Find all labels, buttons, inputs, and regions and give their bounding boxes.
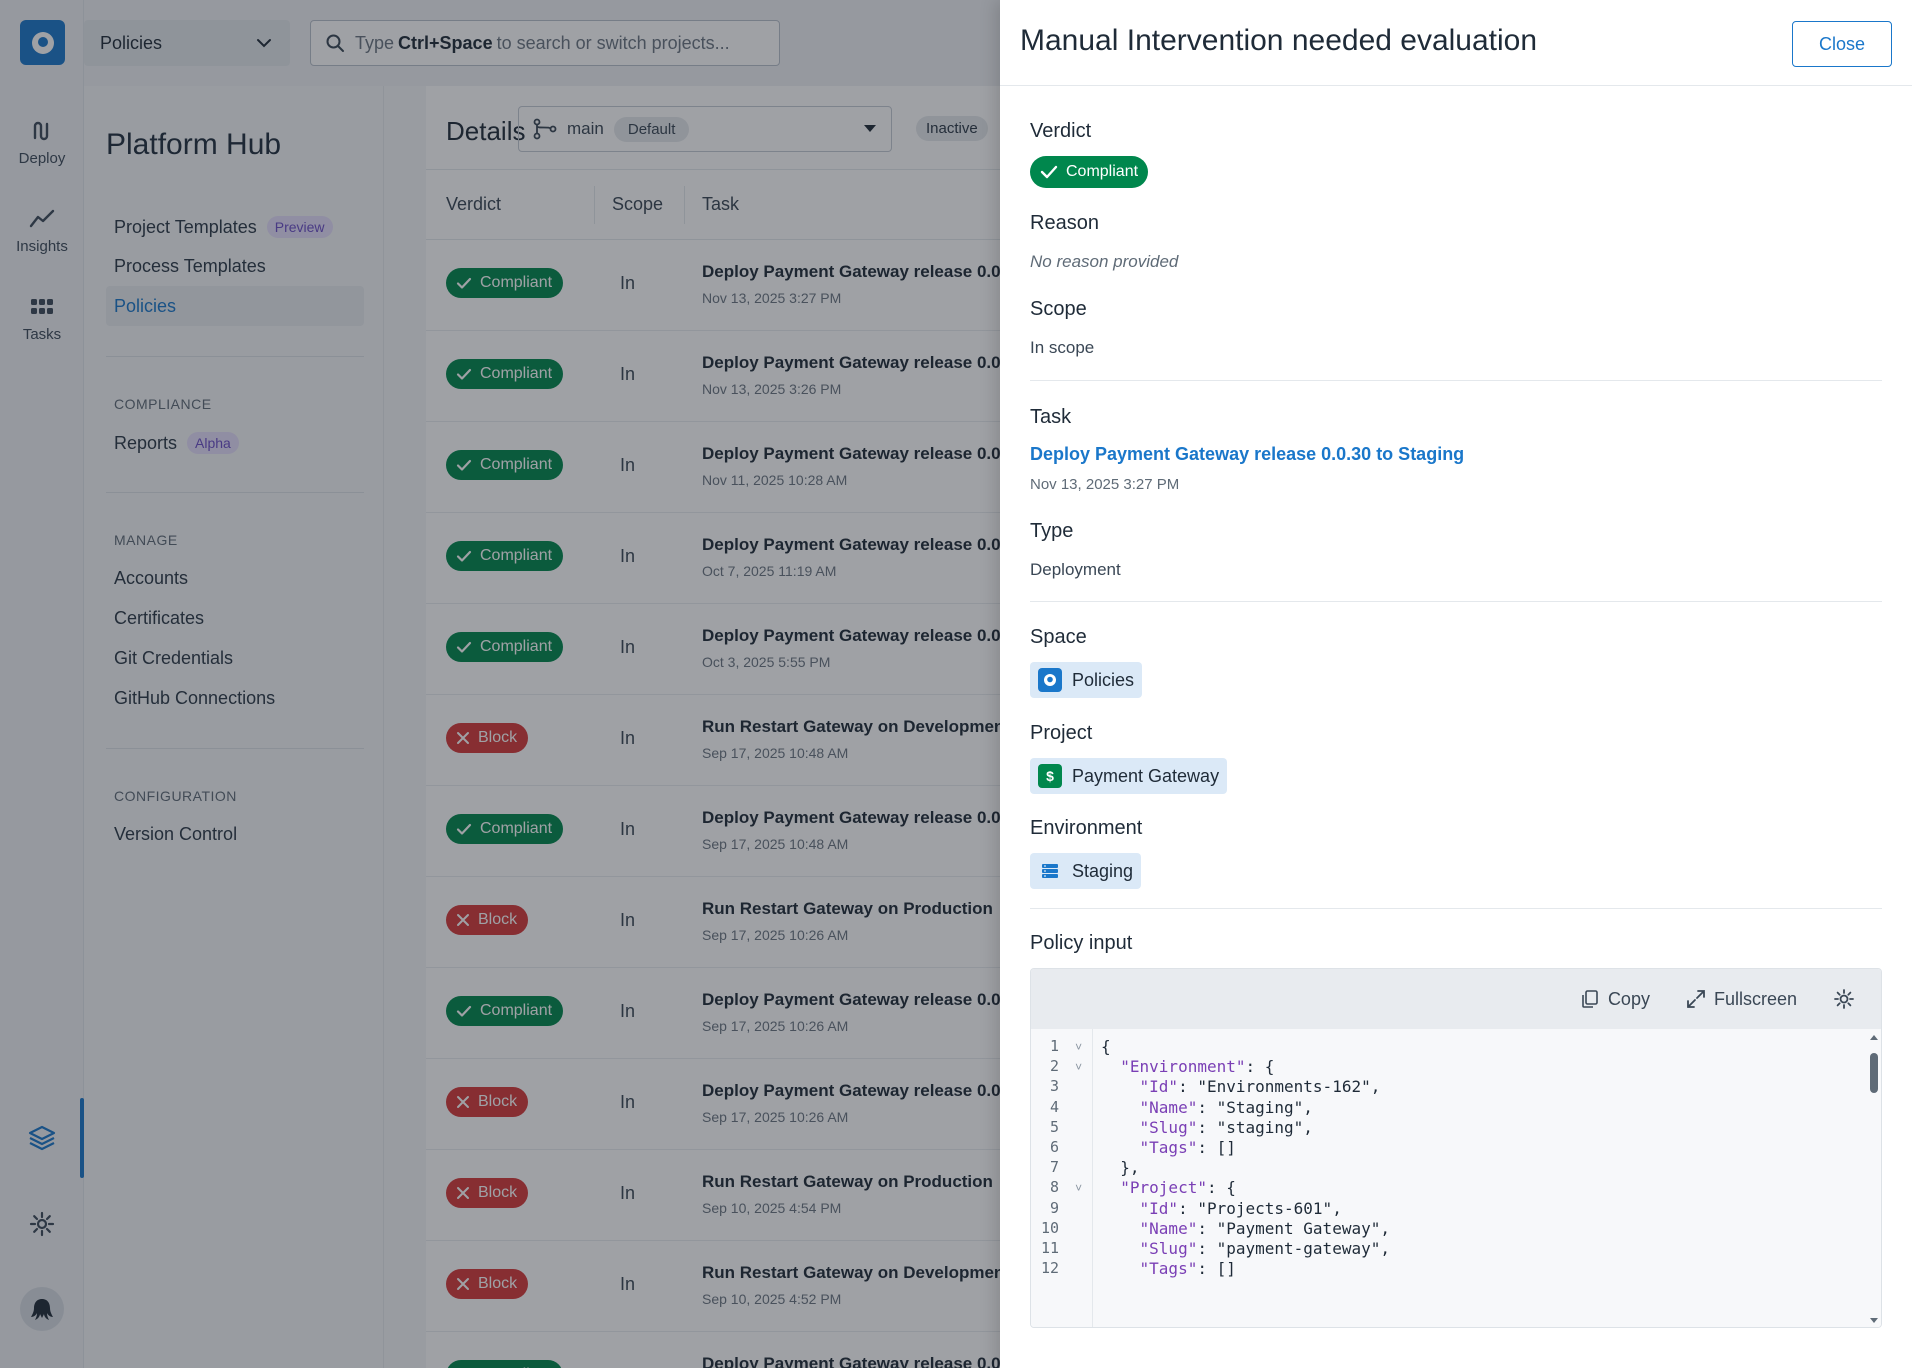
code-line: "Name": "Payment Gateway", xyxy=(1139,1218,1390,1238)
space-chip-label: Policies xyxy=(1072,669,1135,690)
section-divider xyxy=(1030,908,1882,909)
line-number: 4 xyxy=(1049,1097,1059,1116)
line-number: 11 xyxy=(1040,1239,1059,1257)
fullscreen-button[interactable]: Fullscreen xyxy=(1686,989,1797,1010)
drawer-header: Manual Intervention needed evaluation Cl… xyxy=(1000,0,1912,86)
line-number: 8 xyxy=(1049,1178,1059,1197)
policy-input-label: Policy input xyxy=(1030,932,1133,954)
line-number: 9 xyxy=(1049,1198,1059,1217)
code-line: "Project": { xyxy=(1120,1178,1236,1198)
fold-chevron-icon[interactable]: ˅ xyxy=(1075,1060,1082,1075)
environment-chip-label: Staging xyxy=(1072,860,1134,881)
gear-icon xyxy=(1834,989,1854,1009)
fullscreen-label: Fullscreen xyxy=(1713,988,1797,1009)
type-label: Type xyxy=(1030,520,1074,542)
code-area[interactable]: 1 ˅ 2 ˅ 3 4 5 6 7 8 ˅ 9 10 11 12 { "Environment": { "I… xyxy=(1031,1029,1881,1327)
line-number: 10 xyxy=(1040,1218,1059,1237)
line-number: 12 xyxy=(1040,1259,1059,1278)
expand-icon xyxy=(1687,990,1705,1008)
reason-label: Reason xyxy=(1030,212,1099,234)
environment-chip[interactable]: Staging xyxy=(1030,853,1142,889)
code-line: "Tags": [] xyxy=(1139,1138,1236,1157)
reason-value: No reason provided xyxy=(1030,252,1179,271)
space-chip[interactable]: Policies xyxy=(1030,662,1143,698)
editor-toolbar: Copy Fullscreen xyxy=(1031,969,1881,1029)
scroll-up-icon xyxy=(1870,1035,1878,1040)
section-divider xyxy=(1030,601,1882,602)
checkmark-icon xyxy=(1040,165,1058,179)
scroll-thumb[interactable] xyxy=(1870,1053,1878,1093)
project-chip-label: Payment Gateway xyxy=(1072,765,1220,786)
fold-chevron-icon[interactable]: ˅ xyxy=(1075,1181,1082,1196)
scope-label: Scope xyxy=(1030,298,1087,320)
line-number: 2 xyxy=(1049,1057,1059,1076)
evaluation-drawer: Manual Intervention needed evaluation Cl… xyxy=(1000,0,1912,1368)
code-line: "Slug": "payment-gateway", xyxy=(1139,1239,1390,1258)
code-line: "Tags": [] xyxy=(1139,1259,1236,1279)
copy-label: Copy xyxy=(1607,988,1650,1009)
line-number: 7 xyxy=(1049,1158,1059,1177)
space-label: Space xyxy=(1030,626,1087,648)
editor-settings-button[interactable] xyxy=(1833,988,1863,1010)
copy-button[interactable]: Copy xyxy=(1580,989,1650,1010)
close-button[interactable]: Close xyxy=(1792,21,1892,67)
code-line: "Id": "Projects-601", xyxy=(1139,1198,1342,1218)
verdict-value: Compliant xyxy=(1066,163,1139,180)
editor-scrollbar[interactable] xyxy=(1867,1029,1881,1327)
environment-label: Environment xyxy=(1030,817,1143,839)
section-divider xyxy=(1030,380,1882,381)
type-value: Deployment xyxy=(1030,560,1121,579)
code-line: "Slug": "staging", xyxy=(1139,1117,1313,1137)
task-label: Task xyxy=(1030,406,1072,428)
code-line: "Id": "Environments-162", xyxy=(1139,1077,1381,1097)
line-number: 6 xyxy=(1049,1138,1059,1156)
space-logo-icon xyxy=(1038,668,1062,692)
line-number: 5 xyxy=(1049,1117,1059,1136)
line-number: 1 xyxy=(1049,1037,1059,1055)
modal-backdrop[interactable] xyxy=(0,0,1000,1368)
verdict-badge: Compliant xyxy=(1030,156,1149,188)
code-line: { xyxy=(1101,1037,1111,1056)
fold-chevron-icon[interactable]: ˅ xyxy=(1075,1040,1082,1055)
project-chip[interactable]: $ Payment Gateway xyxy=(1030,758,1228,794)
verdict-label: Verdict xyxy=(1030,120,1092,142)
policy-input-editor: Copy Fullscreen 1 ˅ 2 ˅ 3 4 5 6 7 8 ˅ 9 10 11 12 { "En… xyxy=(1030,968,1882,1328)
dollar-icon: $ xyxy=(1038,764,1062,788)
server-stack-icon xyxy=(1038,859,1062,883)
task-date: Nov 13, 2025 3:27 PM xyxy=(1030,476,1180,493)
task-link[interactable]: Deploy Payment Gateway release 0.0.30 to… xyxy=(1030,444,1464,465)
copy-icon xyxy=(1582,990,1598,1008)
project-label: Project xyxy=(1030,722,1093,744)
code-line: "Name": "Staging", xyxy=(1139,1097,1313,1117)
code-line: }, xyxy=(1101,1158,1140,1178)
code-line: "Environment": { xyxy=(1120,1057,1275,1077)
line-number-gutter: 1 ˅ 2 ˅ 3 4 5 6 7 8 ˅ 9 10 11 12 xyxy=(1031,1029,1093,1327)
line-number: 3 xyxy=(1049,1077,1059,1096)
scope-value: In scope xyxy=(1030,338,1095,357)
drawer-title: Manual Intervention needed evaluation xyxy=(1020,24,1538,57)
scroll-down-icon xyxy=(1870,1318,1878,1323)
